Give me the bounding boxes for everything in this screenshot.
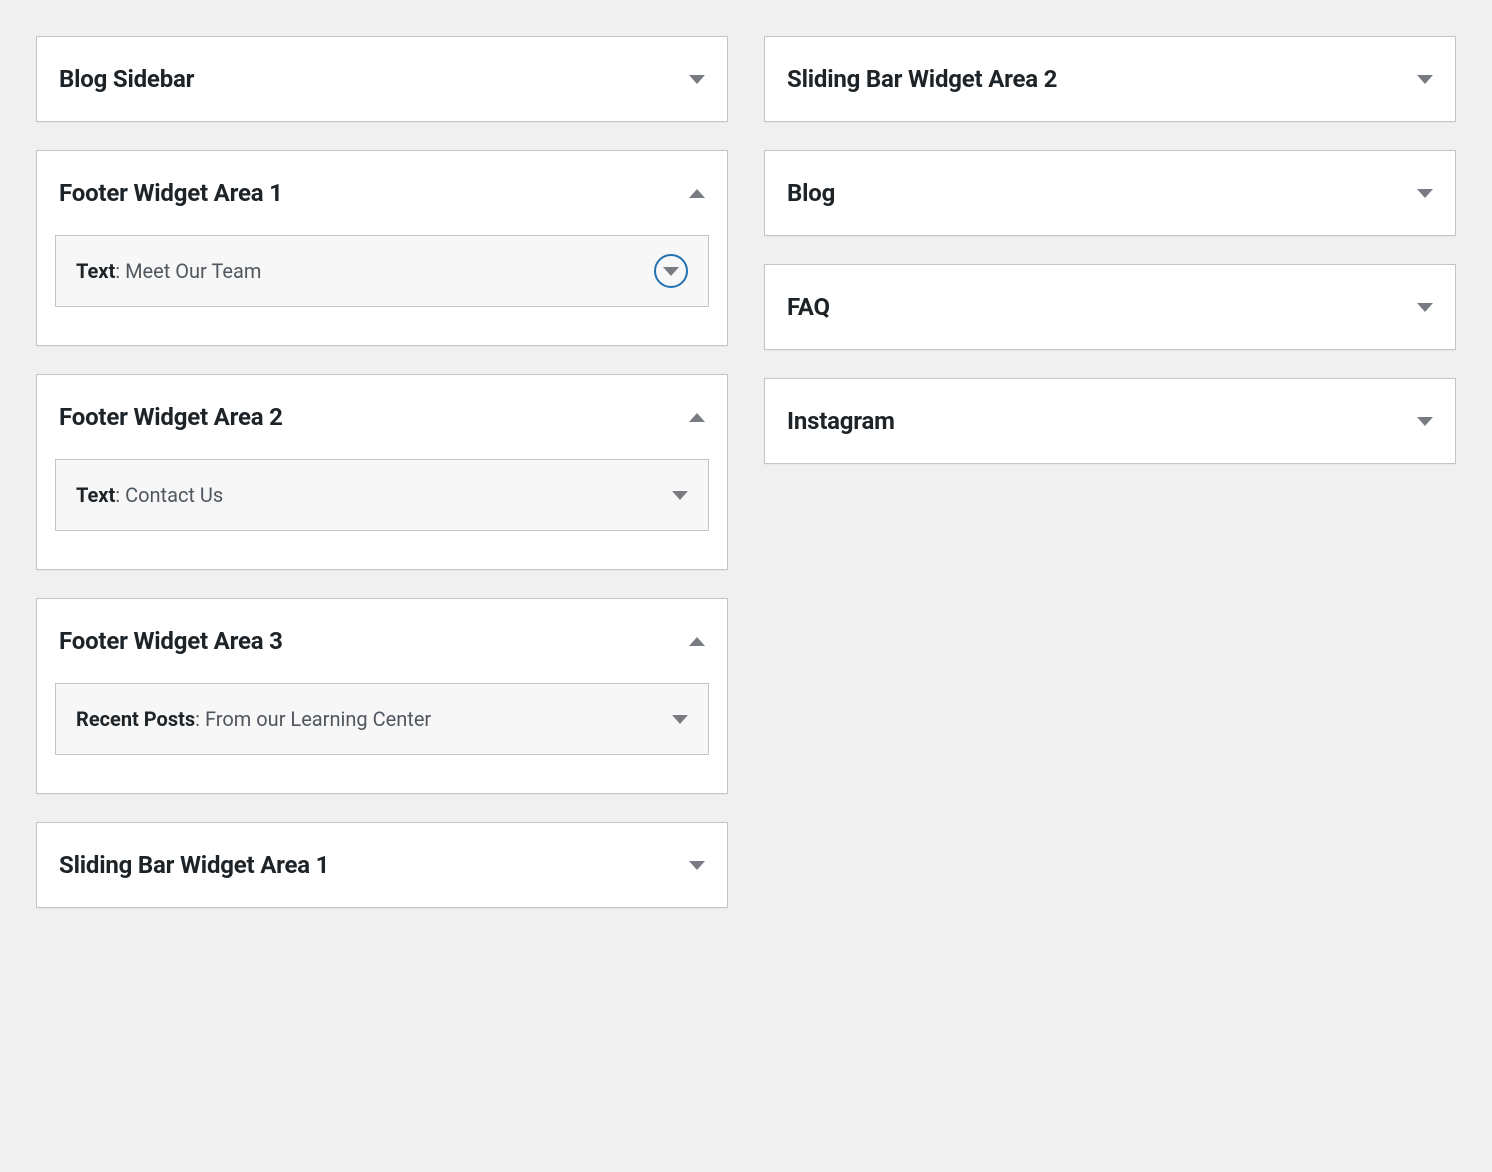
widget-item-name: Meet Our Team	[125, 259, 261, 283]
widget-area-footer-widget-area-1: Footer Widget Area 1 Text: Meet Our Team	[36, 150, 728, 346]
widget-area-toggle[interactable]: Sliding Bar Widget Area 2	[765, 37, 1455, 121]
widget-item-separator: :	[115, 483, 125, 507]
widget-area-footer-widget-area-2: Footer Widget Area 2 Text: Contact Us	[36, 374, 728, 570]
widget-item-type: Text	[76, 259, 115, 283]
widget-area-title: Footer Widget Area 1	[59, 179, 283, 207]
widget-item[interactable]: Text: Meet Our Team	[55, 235, 709, 307]
widget-area-title: Blog	[787, 179, 835, 207]
widget-item-name: From our Learning Center	[205, 707, 431, 731]
widgets-layout: Blog Sidebar Footer Widget Area 1 Text: Me…	[0, 0, 1492, 944]
widget-area-sliding-bar-widget-area-1: Sliding Bar Widget Area 1	[36, 822, 728, 908]
widget-item-label: Recent Posts: From our Learning Center	[76, 707, 431, 731]
widgets-column-left: Blog Sidebar Footer Widget Area 1 Text: Me…	[36, 36, 728, 908]
widget-item[interactable]: Text: Contact Us	[55, 459, 709, 531]
chevron-down-icon	[1417, 417, 1433, 426]
widget-area-title: Footer Widget Area 2	[59, 403, 283, 431]
widget-item-type: Text	[76, 483, 115, 507]
widget-area-toggle[interactable]: Blog Sidebar	[37, 37, 727, 121]
chevron-down-icon	[689, 75, 705, 84]
widget-area-instagram: Instagram	[764, 378, 1456, 464]
widget-item-name: Contact Us	[125, 483, 223, 507]
chevron-up-icon	[689, 413, 705, 422]
chevron-down-icon	[1417, 189, 1433, 198]
widget-area-sliding-bar-widget-area-2: Sliding Bar Widget Area 2	[764, 36, 1456, 122]
widget-area-toggle[interactable]: FAQ	[765, 265, 1455, 349]
widget-area-toggle[interactable]: Footer Widget Area 1	[37, 151, 727, 235]
chevron-down-icon	[1417, 303, 1433, 312]
chevron-down-icon	[672, 491, 688, 500]
chevron-down-icon	[663, 267, 679, 276]
chevron-up-icon	[689, 189, 705, 198]
widget-area-blog: Blog	[764, 150, 1456, 236]
widget-area-toggle[interactable]: Instagram	[765, 379, 1455, 463]
widget-area-title: Instagram	[787, 407, 895, 435]
chevron-down-icon	[689, 861, 705, 870]
widget-area-toggle[interactable]: Sliding Bar Widget Area 1	[37, 823, 727, 907]
widget-item-toggle[interactable]	[654, 254, 688, 288]
chevron-up-icon	[689, 637, 705, 646]
widgets-column-right: Sliding Bar Widget Area 2 Blog FAQ Instagra…	[764, 36, 1456, 908]
widget-item-separator: :	[195, 707, 205, 731]
widget-item[interactable]: Recent Posts: From our Learning Center	[55, 683, 709, 755]
widget-item-type: Recent Posts	[76, 707, 195, 731]
widget-area-title: Sliding Bar Widget Area 1	[59, 851, 329, 879]
widget-area-title: FAQ	[787, 293, 830, 321]
widget-area-footer-widget-area-3: Footer Widget Area 3 Recent Posts: From o…	[36, 598, 728, 794]
widget-area-toggle[interactable]: Footer Widget Area 3	[37, 599, 727, 683]
widget-area-toggle[interactable]: Blog	[765, 151, 1455, 235]
widget-area-faq: FAQ	[764, 264, 1456, 350]
widget-area-toggle[interactable]: Footer Widget Area 2	[37, 375, 727, 459]
widget-item-separator: :	[115, 259, 125, 283]
chevron-down-icon	[1417, 75, 1433, 84]
widget-area-blog-sidebar: Blog Sidebar	[36, 36, 728, 122]
widget-area-body: Text: Meet Our Team	[37, 235, 727, 345]
widget-item-label: Text: Meet Our Team	[76, 259, 261, 283]
widget-area-title: Sliding Bar Widget Area 2	[787, 65, 1057, 93]
widget-area-title: Blog Sidebar	[59, 65, 194, 93]
widget-item-label: Text: Contact Us	[76, 483, 223, 507]
widget-area-body: Text: Contact Us	[37, 459, 727, 569]
widget-area-title: Footer Widget Area 3	[59, 627, 283, 655]
chevron-down-icon	[672, 715, 688, 724]
widget-area-body: Recent Posts: From our Learning Center	[37, 683, 727, 793]
